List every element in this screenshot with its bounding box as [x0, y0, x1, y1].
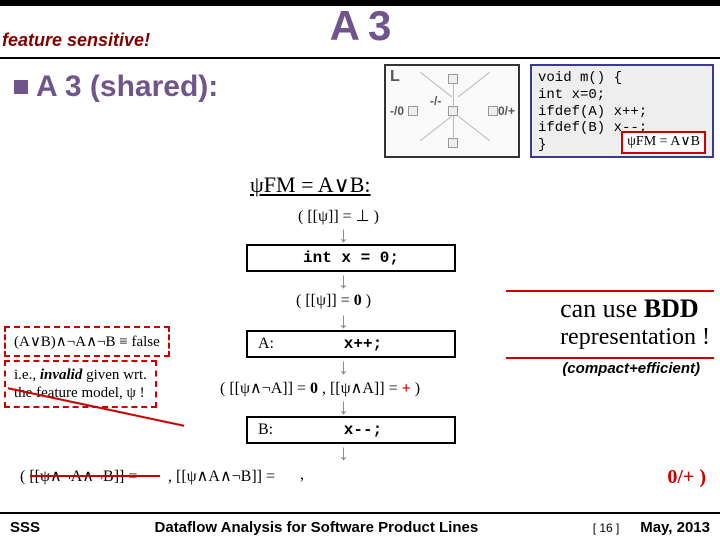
footer-left: SSS — [10, 519, 40, 536]
code-line-3: ifdef(A) x++; — [538, 104, 706, 121]
annotation-final-right: 0/+ ) — [667, 466, 706, 489]
code-snippet: void m() { int x=0; ifdef(A) x++; ifdef(… — [530, 64, 714, 158]
compact-note: (compact+efficient) — [562, 360, 700, 377]
page-title: A 3 — [330, 2, 391, 50]
edge-mid-label: -/- — [430, 94, 441, 108]
bdd-note: can use BDD representation ! — [560, 294, 710, 351]
guard-B-label: B: — [258, 421, 282, 439]
bullet-icon — [14, 80, 28, 94]
stmt-A: A: x++; — [246, 330, 456, 358]
edge-right-label: 0/+ — [498, 104, 515, 118]
bdd-bot-line — [506, 357, 714, 359]
annotation-zero: ( [[ψ]] = 0 ) — [296, 292, 371, 310]
lattice-node-right — [488, 106, 498, 116]
stmt-B: B: x--; — [246, 416, 456, 444]
stmt-xpp-text: x++; — [282, 335, 444, 353]
invalid-l1: i.e., invalid given wrt. — [14, 367, 147, 383]
footer-center: Dataflow Analysis for Software Product L… — [155, 519, 479, 536]
invalid-box: i.e., invalid given wrt. the feature mod… — [4, 360, 157, 408]
header-divider — [0, 57, 720, 59]
annotation-afterA: ( [[ψ∧¬A]] = 0 , [[ψ∧A]] = + ) — [220, 378, 420, 398]
bdd-top-line — [506, 290, 714, 292]
arrow-icon: ↓ — [338, 268, 349, 294]
lattice-diagram: L -/0 -/- 0/+ — [384, 64, 520, 158]
arrow-icon: ↓ — [338, 354, 349, 380]
lattice-node-left — [408, 106, 418, 116]
guard-A-label: A: — [258, 335, 282, 353]
annotation-final-tail: , — [300, 466, 304, 484]
annotation-final-mid: , [[ψ∧A∧¬B]] = — [168, 466, 275, 486]
a3-shared-text: A 3 (shared): — [36, 70, 218, 103]
edge-left-label: -/0 — [390, 104, 404, 118]
eq-false-text: (A∨B)∧¬A∧¬B ≡ false — [14, 334, 160, 350]
code-line-2: int x=0; — [538, 87, 706, 104]
final-right-val: 0/+ ) — [667, 466, 706, 488]
feature-sensitive-label: feature sensitive! — [2, 30, 150, 51]
bdd-l1b: BDD — [644, 294, 699, 323]
footer-right: May, 2013 — [640, 519, 710, 536]
bdd-l2: representation ! — [560, 324, 710, 351]
eq-false-box: (A∨B)∧¬A∧¬B ≡ false — [4, 326, 170, 357]
footer-page: [ 16 ] — [593, 521, 620, 535]
stmt-intx-text: int x = 0; — [303, 249, 399, 267]
a3-shared-heading: A 3 (shared): — [14, 70, 218, 104]
bdd-l1a: can use — [560, 294, 644, 323]
lattice-node-top — [448, 74, 458, 84]
arrow-icon: ↓ — [338, 440, 349, 466]
psi-fm-heading: ψFM = A∨B: — [250, 172, 371, 198]
strike-line — [30, 475, 160, 477]
psi-fm-box: ψFM = A∨B — [621, 131, 706, 154]
footer: SSS Dataflow Analysis for Software Produ… — [0, 512, 720, 540]
stmt-xmm-text: x--; — [282, 421, 444, 439]
stmt-intx: int x = 0; — [246, 244, 456, 272]
code-line-1: void m() { — [538, 70, 706, 87]
lattice-L-label: L — [390, 68, 400, 86]
